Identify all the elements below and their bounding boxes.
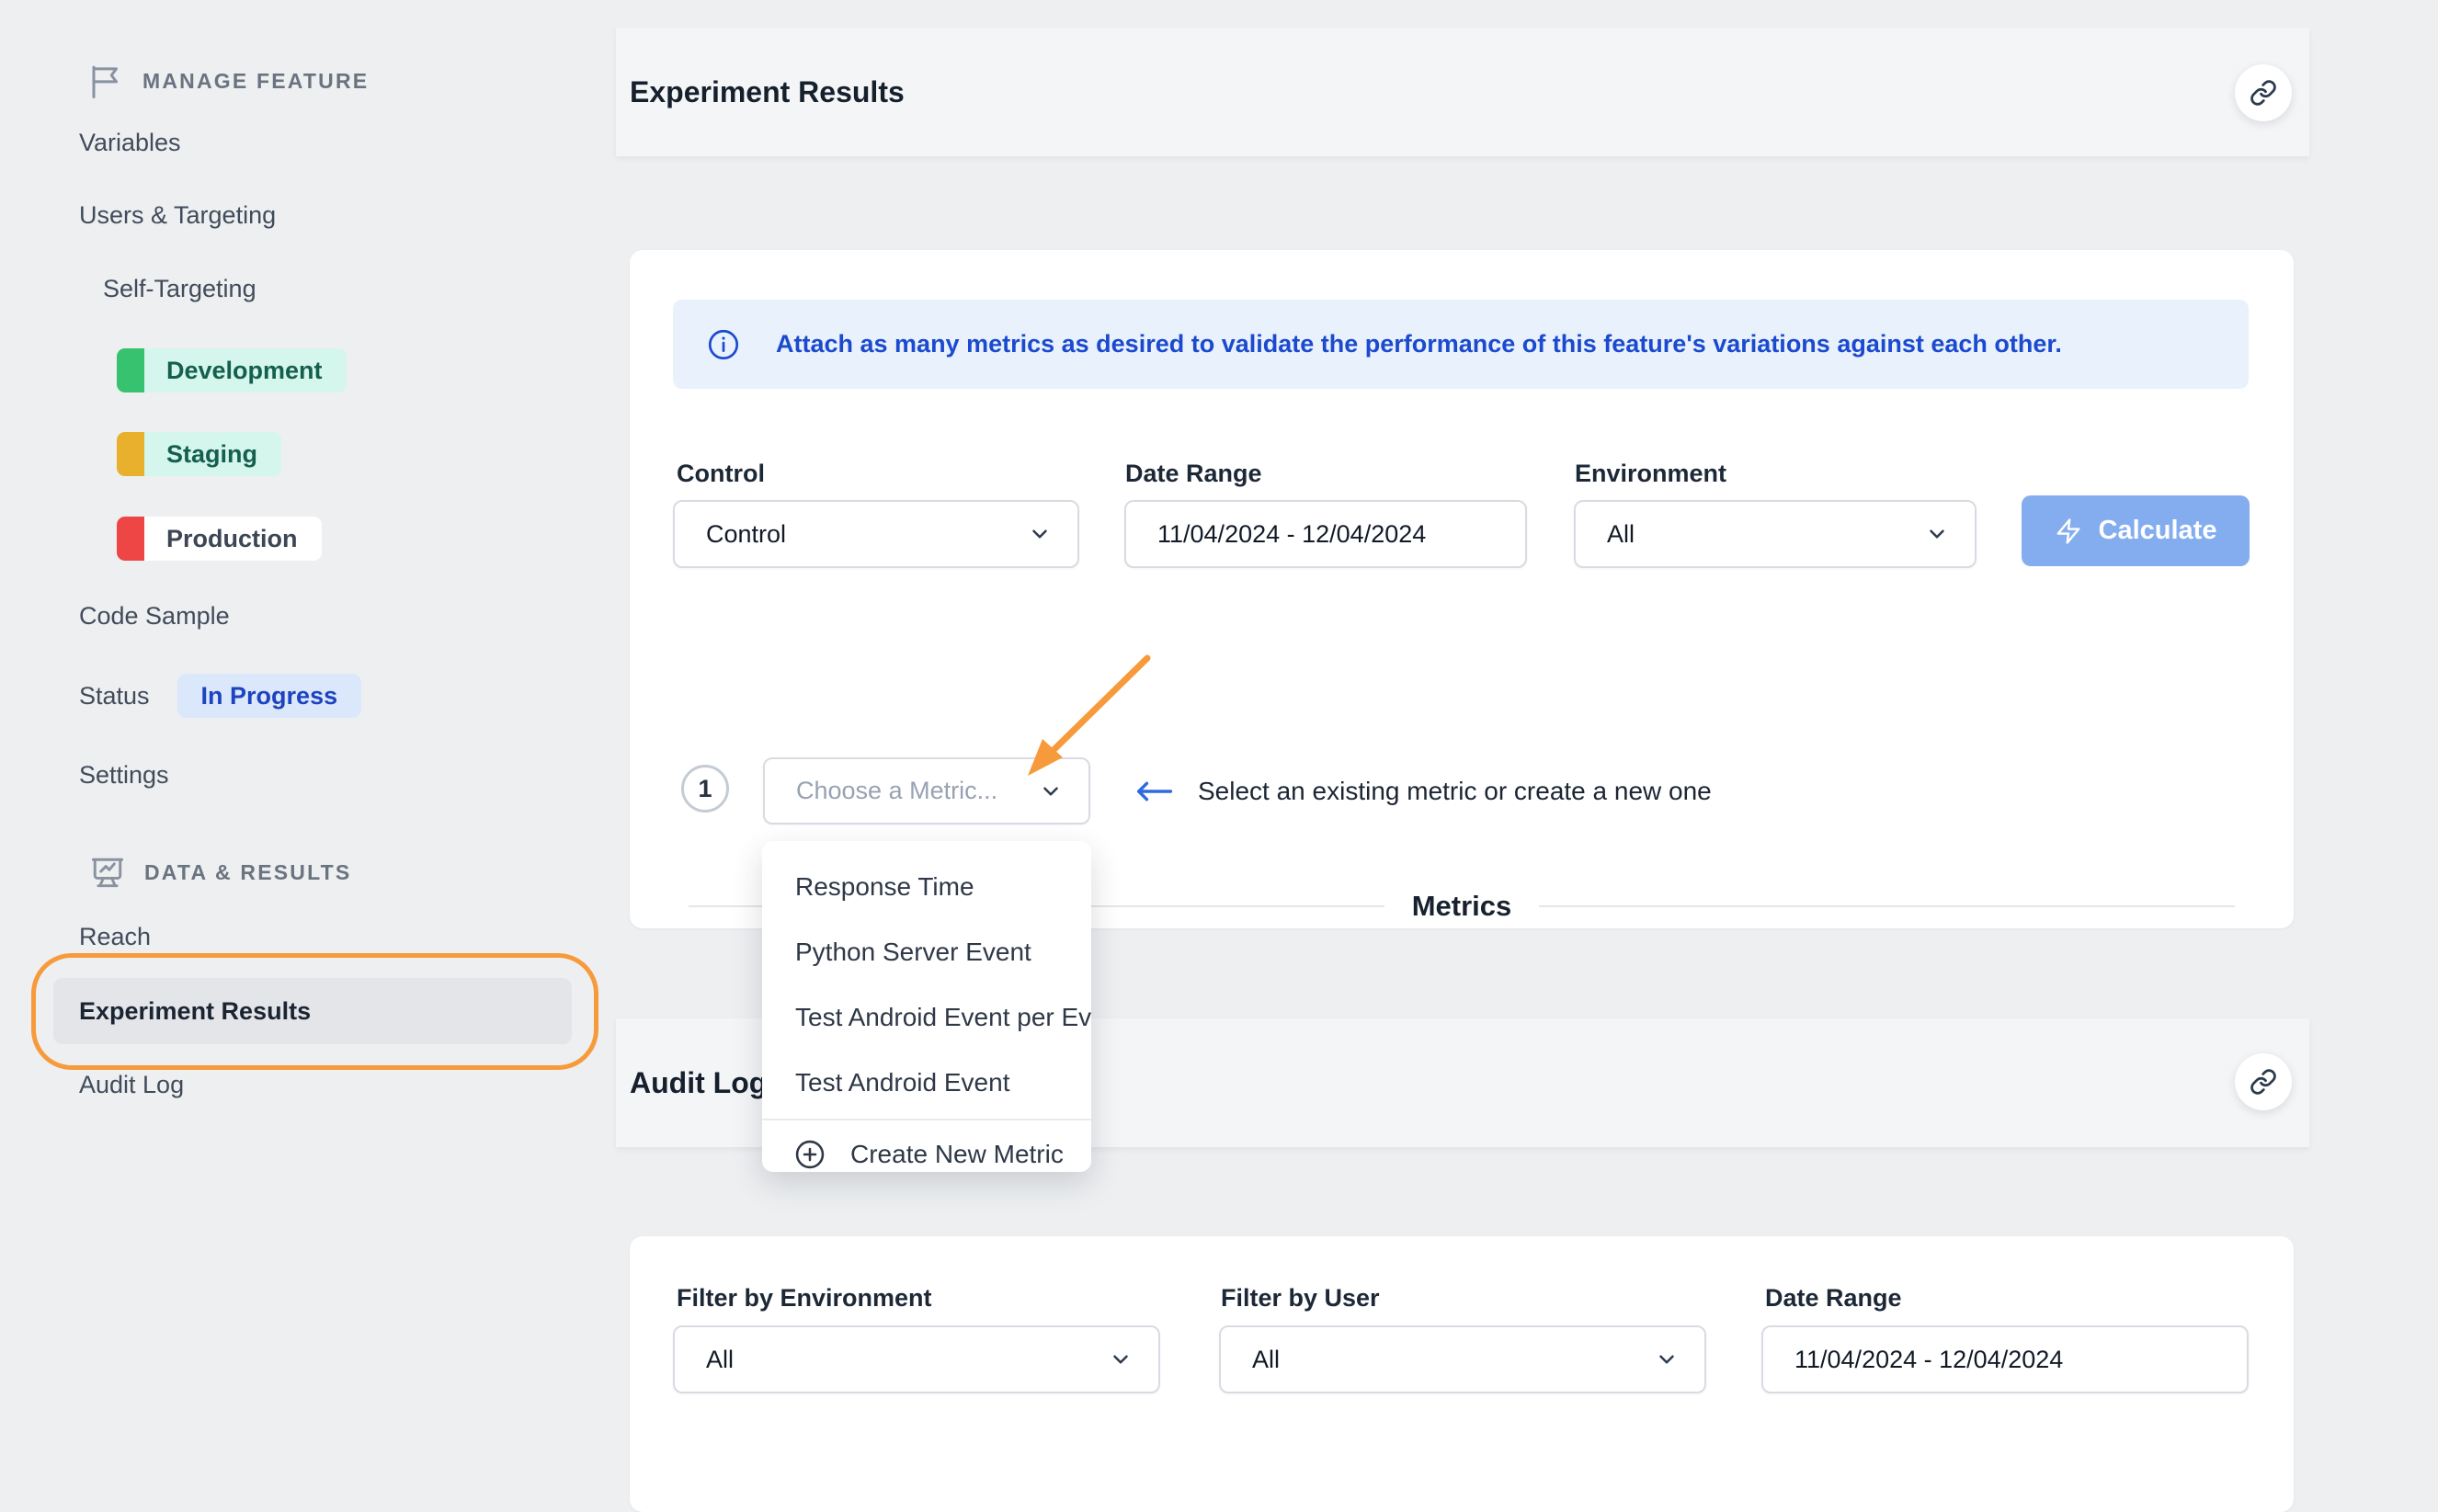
sidebar-item-variables[interactable]: Variables bbox=[79, 129, 181, 157]
app-root: MANAGE FEATURE Variables Users & Targeti… bbox=[0, 0, 2438, 1447]
menu-item-python-server-event[interactable]: Python Server Event bbox=[762, 919, 1091, 984]
audit-date-range-input[interactable]: 11/04/2024 - 12/04/2024 bbox=[1761, 1325, 2249, 1393]
copy-link-button[interactable] bbox=[2235, 1053, 2292, 1110]
presentation-chart-icon bbox=[87, 851, 128, 893]
create-new-metric-button[interactable]: Create New Metric bbox=[762, 1124, 1091, 1172]
left-arrow-icon bbox=[1134, 779, 1174, 803]
chevron-down-icon bbox=[1925, 522, 1949, 546]
menu-item-response-time[interactable]: Response Time bbox=[762, 854, 1091, 919]
link-icon bbox=[2250, 79, 2277, 107]
plus-circle-icon bbox=[793, 1138, 826, 1171]
sidebar-item-experiment-results[interactable]: Experiment Results bbox=[53, 978, 572, 1044]
experiment-results-label: Experiment Results bbox=[79, 997, 311, 1026]
sidebar-item-users-targeting[interactable]: Users & Targeting bbox=[79, 201, 276, 230]
info-banner: Attach as many metrics as desired to val… bbox=[673, 300, 2249, 389]
chevron-down-icon bbox=[1109, 1347, 1133, 1371]
page-header: Experiment Results bbox=[616, 28, 2309, 156]
sidebar: MANAGE FEATURE Variables Users & Targeti… bbox=[0, 0, 616, 1447]
sidebar-item-code-sample[interactable]: Code Sample bbox=[79, 602, 230, 631]
audit-log-card: Filter by Environment All Filter by User… bbox=[630, 1236, 2294, 1512]
metric-step-number: 1 bbox=[681, 765, 729, 813]
sidebar-item-settings[interactable]: Settings bbox=[79, 761, 169, 790]
metrics-heading: Metrics bbox=[1412, 890, 1512, 923]
metric-helper: Select an existing metric or create a ne… bbox=[1134, 757, 1712, 824]
info-icon bbox=[706, 327, 741, 362]
date-range-label: Date Range bbox=[1125, 460, 1262, 488]
sidebar-item-reach[interactable]: Reach bbox=[79, 923, 151, 951]
sidebar-env-staging[interactable]: Staging bbox=[117, 432, 281, 476]
choose-metric-placeholder: Choose a Metric... bbox=[796, 777, 997, 805]
manage-feature-section-header: MANAGE FEATURE bbox=[87, 61, 369, 101]
page-title: Experiment Results bbox=[630, 28, 905, 156]
calculate-button[interactable]: Calculate bbox=[2022, 495, 2250, 566]
sidebar-env-development[interactable]: Development bbox=[117, 348, 347, 392]
manage-feature-label: MANAGE FEATURE bbox=[142, 69, 369, 94]
metric-helper-text: Select an existing metric or create a ne… bbox=[1198, 777, 1712, 806]
metric-dropdown-menu: Response Time Python Server Event Test A… bbox=[762, 841, 1091, 1172]
data-results-label: DATA & RESULTS bbox=[144, 860, 351, 885]
chevron-down-icon bbox=[1039, 779, 1063, 803]
filter-environment-label: Filter by Environment bbox=[677, 1284, 932, 1313]
filter-user-label: Filter by User bbox=[1221, 1284, 1380, 1313]
info-banner-text: Attach as many metrics as desired to val… bbox=[776, 330, 2062, 358]
flag-icon bbox=[87, 61, 126, 101]
environment-select[interactable]: All bbox=[1574, 500, 1977, 568]
audit-log-title: Audit Log bbox=[630, 1018, 767, 1147]
filter-environment-select[interactable]: All bbox=[673, 1325, 1160, 1393]
lightning-bolt-icon bbox=[2055, 517, 2082, 545]
menu-item-test-android-event[interactable]: Test Android Event bbox=[762, 1050, 1091, 1115]
environment-label: Environment bbox=[1575, 460, 1726, 488]
link-icon bbox=[2250, 1068, 2277, 1096]
control-select[interactable]: Control bbox=[673, 500, 1079, 568]
menu-divider bbox=[762, 1119, 1091, 1120]
menu-item-test-android-event-per-event[interactable]: Test Android Event per Ev bbox=[762, 984, 1091, 1050]
experiment-results-card: Attach as many metrics as desired to val… bbox=[630, 250, 2294, 928]
audit-date-range-label: Date Range bbox=[1765, 1284, 1902, 1313]
filter-user-select[interactable]: All bbox=[1219, 1325, 1706, 1393]
sidebar-item-self-targeting[interactable]: Self-Targeting bbox=[103, 275, 256, 303]
chevron-down-icon bbox=[1655, 1347, 1679, 1371]
divider-line bbox=[1539, 905, 2235, 907]
choose-metric-select[interactable]: Choose a Metric... bbox=[763, 757, 1090, 824]
sidebar-env-production[interactable]: Production bbox=[117, 517, 322, 561]
status-badge[interactable]: In Progress bbox=[177, 674, 362, 718]
control-label: Control bbox=[677, 460, 765, 488]
copy-link-button[interactable] bbox=[2235, 64, 2292, 121]
production-color-bar bbox=[117, 517, 144, 561]
chevron-down-icon bbox=[1028, 522, 1052, 546]
data-results-section-header: DATA & RESULTS bbox=[87, 851, 351, 893]
development-color-bar bbox=[117, 348, 144, 392]
date-range-input[interactable]: 11/04/2024 - 12/04/2024 bbox=[1124, 500, 1527, 568]
sidebar-status-row: Status In Progress bbox=[79, 674, 361, 718]
status-label: Status bbox=[79, 682, 150, 711]
sidebar-item-audit-log[interactable]: Audit Log bbox=[79, 1071, 184, 1099]
staging-color-bar bbox=[117, 432, 144, 476]
